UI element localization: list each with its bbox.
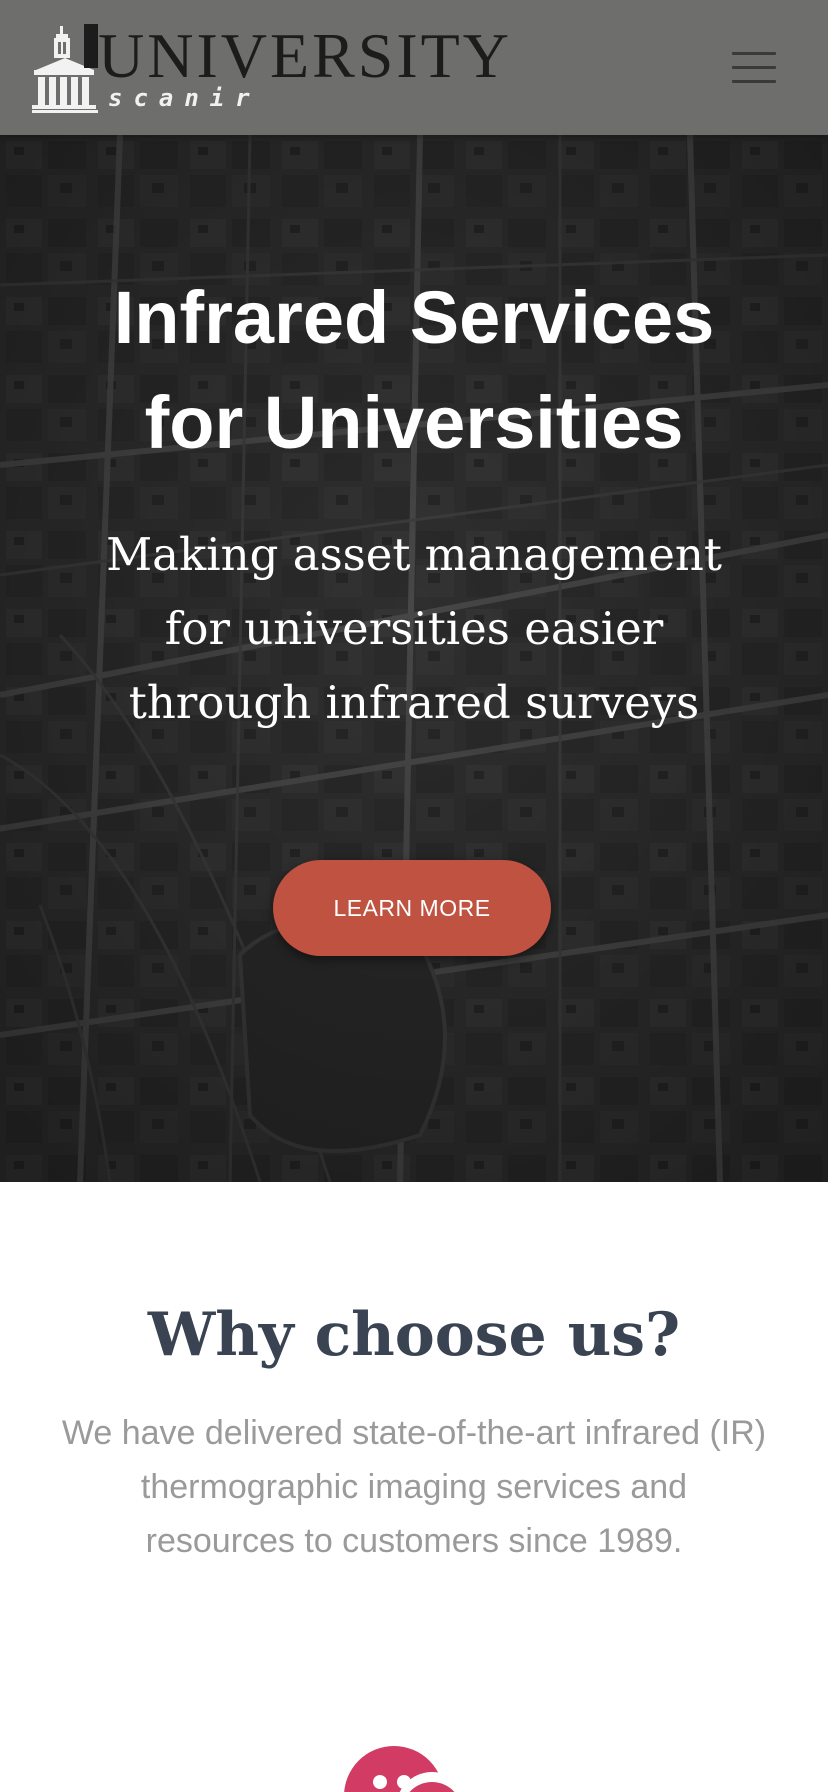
chat-bubbles-icon <box>344 1746 465 1792</box>
site-header: UNIVERSITY scanir <box>0 0 828 135</box>
why-choose-us-section: Why choose us? We have delivered state-o… <box>0 1182 828 1792</box>
logo-subtitle: scanir <box>108 84 261 112</box>
logo-wordmark: UNIVERSITY <box>98 20 512 91</box>
university-scanir-logo[interactable]: UNIVERSITY scanir <box>32 24 509 114</box>
hero-section: Infrared Services for Universities Makin… <box>0 135 828 1182</box>
hero-subtitle: Making asset management for universities… <box>0 518 828 740</box>
hamburger-menu-icon <box>732 52 776 55</box>
hero-title-line2: for Universities <box>144 381 684 464</box>
hamburger-menu-icon-bar <box>732 66 776 69</box>
why-text-line3: resources to customers since 1989. <box>145 1522 683 1560</box>
hero-subtitle-line2: for universities easier <box>164 602 664 655</box>
why-text-line1: We have delivered state-of-the-art infra… <box>61 1414 767 1452</box>
hamburger-menu-button[interactable] <box>722 46 780 88</box>
hero-title-line1: Infrared Services <box>113 276 715 359</box>
hero-subtitle-line3: through infrared surveys <box>128 676 700 729</box>
learn-more-button[interactable]: LEARN MORE <box>273 860 551 956</box>
why-text-line2: thermographic imaging services and <box>140 1468 688 1506</box>
page: UNIVERSITY scanir Infrared Services for … <box>0 0 828 1792</box>
why-choose-us-description: We have delivered state-of-the-art infra… <box>30 1406 798 1568</box>
hero-subtitle-line1: Making asset management <box>106 528 722 581</box>
why-choose-us-heading: Why choose us? <box>147 1300 681 1370</box>
hamburger-menu-icon-bar <box>732 80 776 83</box>
hero-title: Infrared Services for Universities <box>0 265 828 475</box>
university-building-icon <box>32 24 98 113</box>
